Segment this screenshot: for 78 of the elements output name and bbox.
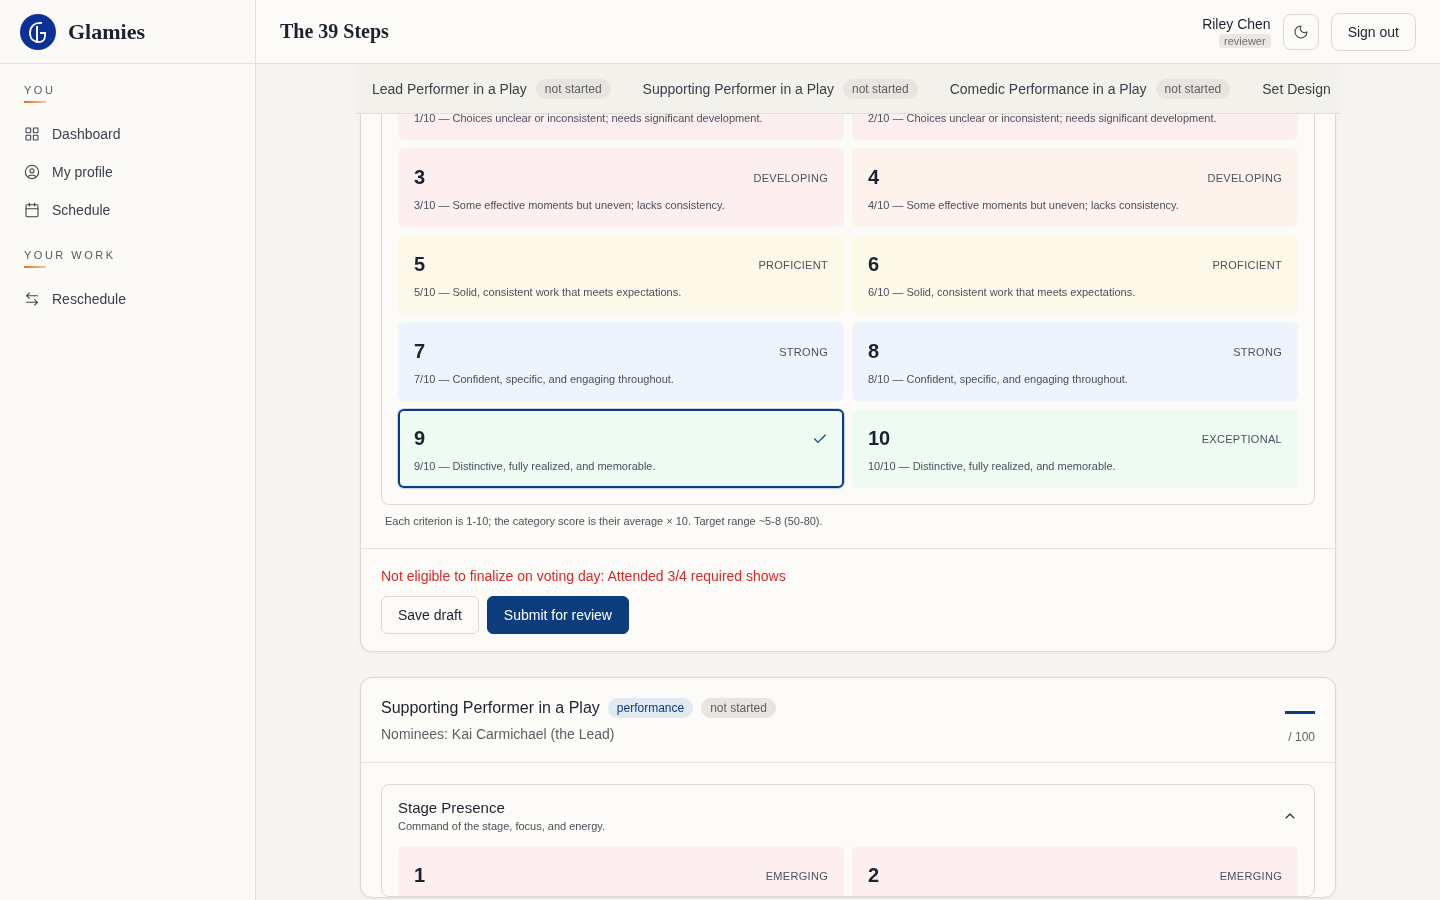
score-option[interactable]: 5 PROFICIENT 5/10 — Solid, consistent work that meets expectations. (398, 235, 844, 314)
score-description: 5/10 — Solid, consistent work that meets expectations. (414, 286, 683, 298)
status-badge: not started (535, 78, 611, 99)
nav-item[interactable]: My profile (24, 153, 231, 191)
brand-name: Glamies (68, 18, 145, 45)
category-tab[interactable]: Supporting Performer in a Play not started (642, 78, 918, 99)
sign-out-button[interactable]: Sign out (1330, 12, 1416, 51)
score-number: 5 (414, 253, 426, 276)
score-description: 1/10 — Choices unclear or inconsistent; needs significant development. (414, 112, 763, 124)
nav-item[interactable]: Dashboard (24, 115, 231, 153)
submit-button[interactable]: Submit for review (486, 596, 629, 634)
score-option[interactable]: 6 PROFICIENT 6/10 — Solid, consistent work that meets expectations. (852, 235, 1298, 314)
score-number: 10 (868, 427, 891, 450)
score-option[interactable]: 1/10 — Choices unclear or inconsistent; needs significant development. (398, 114, 844, 140)
score-number: 7 (414, 340, 426, 363)
level-label: DEVELOPING (753, 171, 828, 184)
level-label: PROFICIENT (758, 258, 828, 271)
criterion-title: Stage Presence (398, 799, 506, 816)
score-number: 3 (414, 166, 426, 189)
criterion-description: Command of the stage, focus, and energy. (398, 820, 606, 832)
score-number: 2 (868, 864, 880, 887)
score-option[interactable]: 3 DEVELOPING 3/10 — Some effective moments but uneven; lacks consistency. (398, 148, 844, 227)
score-description: 2/10 — Choices unclear or inconsistent; needs significant development. (868, 112, 1217, 124)
category-tab[interactable]: Lead Performer in a Play not started (372, 78, 611, 99)
score-number: 1 (414, 864, 426, 887)
score-option[interactable]: 7 STRONG 7/10 — Confident, specific, and engaging throughout. (398, 322, 844, 401)
score-option[interactable]: 1 EMERGING (398, 846, 844, 896)
section-heading: YOUR WORK (24, 249, 117, 261)
status-badge: not started (1155, 78, 1231, 99)
scoring-note: Each criterion is 1-10; the category score is their average × 10. Target range ~5-8 (50-80). (385, 515, 824, 527)
score-option[interactable]: 2 EMERGING (852, 846, 1298, 896)
level-label: STRONG (1233, 345, 1282, 358)
nav-item[interactable]: Reschedule (24, 280, 231, 318)
score-option[interactable]: 2/10 — Choices unclear or inconsistent; needs significant development. (852, 114, 1298, 140)
swap-arrows-icon (24, 291, 40, 307)
role-badge: reviewer (1219, 33, 1271, 48)
score-max: / 100 (1288, 730, 1315, 744)
logo-icon (20, 13, 56, 50)
score-option[interactable]: 8 STRONG 8/10 — Confident, specific, and engaging throughout. (852, 322, 1298, 401)
score-number: 4 (868, 166, 880, 189)
user-icon (24, 164, 40, 180)
nominees-text: Nominees: Kai Carmichael (the Lead) (381, 726, 616, 742)
level-label: EMERGING (765, 869, 828, 882)
level-label: EXCEPTIONAL (1201, 432, 1282, 445)
section-heading: YOU (24, 84, 57, 96)
nav-item[interactable]: Schedule (24, 191, 231, 229)
moon-icon (1292, 23, 1309, 40)
type-badge: performance (607, 698, 694, 718)
save-draft-button[interactable]: Save draft (381, 596, 479, 634)
score-description: 10/10 — Distinctive, fully realized, and memorable. (868, 460, 1117, 472)
page-title: The 39 Steps (280, 20, 390, 43)
empty-score-dash (1285, 711, 1315, 714)
category-tab[interactable]: Set Design (1262, 80, 1331, 97)
category-tab[interactable]: Comedic Performance in a Play not started (949, 78, 1231, 99)
score-number: 8 (868, 340, 880, 363)
dashboard-icon (24, 126, 40, 142)
score-description: 6/10 — Solid, consistent work that meets expectations. (868, 286, 1137, 298)
status-badge: not started (843, 78, 918, 99)
score-description: 7/10 — Confident, specific, and engaging throughout. (414, 373, 675, 385)
calendar-icon (24, 202, 40, 218)
score-description: 9/10 — Distinctive, fully realized, and memorable. (414, 460, 657, 472)
score-number: 9 (414, 427, 426, 450)
level-label: DEVELOPING (1207, 171, 1282, 184)
level-label: STRONG (779, 345, 828, 358)
score-option[interactable]: 9 9/10 — Distinctive, fully realized, and memorable. (398, 409, 844, 488)
error-message: Not eligible to finalize on voting day: Attended 3/4 required shows (381, 568, 787, 584)
theme-toggle-button[interactable] (1282, 13, 1319, 50)
score-description: 8/10 — Confident, specific, and engaging throughout. (868, 373, 1129, 385)
status-badge: not started (701, 698, 776, 718)
score-number: 6 (868, 253, 880, 276)
score-description: 3/10 — Some effective moments but uneven; lacks consistency. (414, 199, 726, 211)
score-description: 4/10 — Some effective moments but uneven; lacks consistency. (868, 199, 1180, 211)
score-option[interactable]: 4 DEVELOPING 4/10 — Some effective moments but uneven; lacks consistency. (852, 148, 1298, 227)
user-name: Riley Chen (1202, 15, 1271, 32)
category-title: Supporting Performer in a Play (381, 699, 600, 717)
level-label: PROFICIENT (1212, 258, 1282, 271)
score-option[interactable]: 10 EXCEPTIONAL 10/10 — Distinctive, fully realized, and memorable. (852, 409, 1298, 488)
level-label: EMERGING (1219, 869, 1282, 882)
